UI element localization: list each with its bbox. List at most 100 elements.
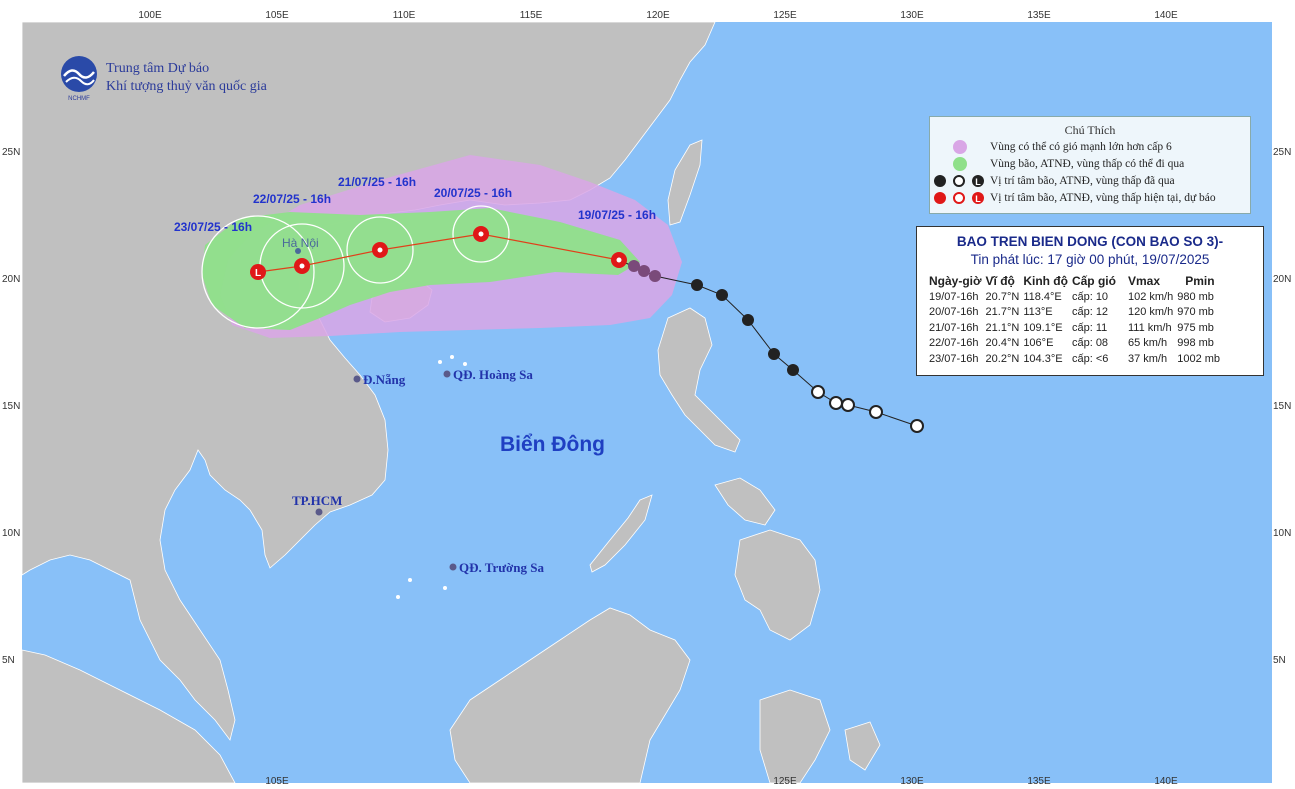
cell-pmin: 998 mb [1177,337,1214,350]
cell-lat: 21.1°N [985,321,1020,334]
lon-tick: 140E [1154,776,1178,787]
col-header: Cấp gió [1071,274,1116,288]
legend-item-label: Vị trí tâm bão, ATNĐ, vùng thấp hiện tại… [990,191,1216,204]
legend-item-label: Vùng bão, ATNĐ, vùng thấp có thể đi qua [990,157,1185,170]
logo-text: NCHMF [68,96,90,102]
lon-tick: 130E [900,10,924,21]
past-storm-icon [649,270,661,282]
cell-vmax: 102 km/h [1127,290,1174,303]
cell-lat: 21.7°N [985,306,1020,319]
lon-tick: 140E [1154,10,1178,21]
green-zone-icon [953,156,967,171]
lon-tick: 105E [265,10,289,21]
past-storm-icon [716,289,728,301]
table-row: 19/07-16h 20.7°N 118.4°E cấp: 10 102 km/… [927,289,1222,305]
forecast-time-label: 23/07/25 - 16h [174,220,252,234]
current-position-symbols-icon: L [934,191,984,204]
lon-tick: 130E [900,776,924,787]
past-position-symbols-icon: L [934,174,984,187]
cell-lon: 118.4°E [1023,290,1062,303]
lon-tick: 120E [646,10,670,21]
past-depression-icon [869,405,883,419]
past-depression-icon [841,398,855,412]
lon-tick: 125E [773,10,797,21]
storm-forecast-icon-eye [299,263,305,269]
truongsa-label: QĐ. Trường Sa [459,560,544,575]
table-header-row: Ngày-giờ Vĩ độ Kinh độ Cấp gió Vmax Pmin [927,273,1222,289]
cell-lat: 20.4°N [985,337,1020,350]
lat-tick: 20N [2,274,20,285]
cell-lon: 113°E [1023,306,1053,319]
sea-label: Biển Đông [500,433,605,456]
lat-tick: 10N [1273,528,1291,539]
table-row: 20/07-16h 21.7°N 113°E cấp: 12 120 km/h … [927,305,1222,321]
svg-text:L: L [975,194,981,204]
cell-lat: 20.2°N [985,352,1020,365]
col-header: Vmax [1127,274,1160,288]
hcm-marker [315,508,323,516]
cell-wind-level: cấp: 11 [1071,321,1108,334]
lat-tick: 25N [2,147,20,158]
col-header: Vĩ độ [985,274,1015,288]
cell-lon: 104.3°E [1023,352,1063,365]
past-storm-icon [787,364,799,376]
lat-tick: 15N [1273,401,1291,412]
bulletin-title: BAO TREN BIEN DONG (CON BAO SO 3)- [956,234,1224,249]
past-storm-icon [638,265,650,277]
legend-item: Vùng có thể có gió mạnh lớn hơn cấp 6 [930,138,1250,155]
lat-tick: 5N [2,655,15,666]
truongsa-marker [449,563,457,571]
cell-lon: 106°E [1023,337,1054,350]
cell-vmax: 37 km/h [1127,352,1168,365]
forecast-time-label: 19/07/25 - 16h [578,208,656,222]
cell-wind-level: cấp: <6 [1071,352,1109,365]
table-row: 22/07-16h 20.4°N 106°E cấp: 08 65 km/h 9… [927,336,1222,352]
agency-name-line1: Trung tâm Dự báo [106,61,210,76]
hoangsa-label: QĐ. Hoàng Sa [453,367,533,382]
danang-marker [353,375,361,383]
cell-pmin: 980 mb [1177,290,1214,303]
cell-datetime: 23/07-16h [929,352,979,365]
bulletin-table: Ngày-giờ Vĩ độ Kinh độ Cấp gió Vmax Pmin… [927,273,1222,367]
col-header: Ngày-giờ [929,274,982,288]
past-storm-icon [768,348,780,360]
cell-pmin: 1002 mb [1177,352,1221,365]
lat-tick: 15N [2,401,20,412]
legend-item-label: Vùng có thể có gió mạnh lớn hơn cấp 6 [990,140,1172,153]
hcm-label: TP.HCM [292,493,342,508]
lon-tick: 135E [1027,776,1051,787]
cell-wind-level: cấp: 08 [1071,337,1109,350]
cell-lon: 109.1°E [1023,321,1063,334]
cell-wind-level: cấp: 12 [1071,306,1109,319]
lon-tick: 105E [265,776,289,787]
danang-label: Đ.Nẵng [363,372,406,387]
purple-zone-icon [953,139,967,154]
past-depression-icon [829,396,843,410]
legend-title: Chú Thích [1064,123,1116,137]
past-depression-icon [910,419,924,433]
nchmf-logo-icon: NCHMF [61,56,97,102]
lat-tick: 20N [1273,274,1291,285]
lat-tick: 25N [1273,147,1291,158]
cell-vmax: 120 km/h [1127,306,1174,319]
cell-datetime: 19/07-16h [929,290,979,303]
legend-item-label: Vị trí tâm bão, ATNĐ, vùng thấp đã qua [990,174,1175,187]
legend-item: L Vị trí tâm bão, ATNĐ, vùng thấp hiện t… [930,189,1250,206]
forecast-time-label: 22/07/25 - 16h [253,192,331,206]
bulletin-issued: Tin phát lúc: 17 giờ 00 phút, 19/07/2025 [970,252,1210,267]
agency-name-line2: Khí tượng thuỷ văn quốc gia [106,79,267,94]
past-storm-icon [742,314,754,326]
storm-current-icon-eye [616,257,622,263]
cell-datetime: 21/07-16h [929,321,979,334]
svg-text:L: L [975,177,981,187]
storm-forecast-icon-eye [377,247,383,253]
agency-logo: NCHMF Trung tâm Dự báo Khí tượng thuỷ vă… [58,54,267,102]
lat-tick: 10N [2,528,20,539]
col-header: Kinh độ [1023,274,1068,288]
lon-tick: 115E [520,10,543,21]
legend-panel: Chú Thích Vùng có thể có gió mạnh lớn hơ… [929,116,1251,214]
storm-bulletin: BAO TREN BIEN DONG (CON BAO SO 3)- Tin p… [916,226,1264,376]
lon-tick: 135E [1027,10,1051,21]
table-row: 21/07-16h 21.1°N 109.1°E cấp: 11 111 km/… [927,320,1222,336]
cell-wind-level: cấp: 10 [1071,290,1109,303]
